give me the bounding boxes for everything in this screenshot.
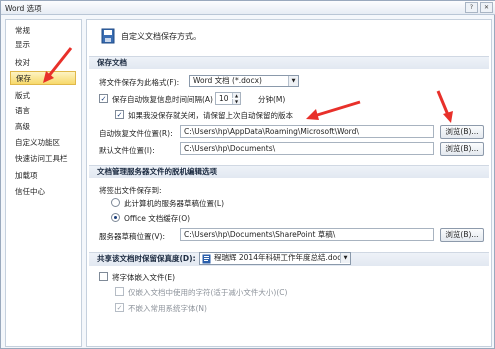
sidebar-item-customize-ribbon[interactable]: 自定义功能区 <box>10 136 76 150</box>
keep-last-version-label: 如果我没保存就关闭，请保留上次自动保留的版本 <box>128 111 293 120</box>
offline-section-header: 文档管理服务器文件的脱机编辑选项 <box>89 165 489 178</box>
sidebar-item-advanced[interactable]: 高级 <box>10 120 76 134</box>
fidelity-document-value: 程瑞辉 2014年科研工作年度总结.docx <box>214 253 346 262</box>
browse-default-button[interactable]: 浏览(B)... <box>440 142 484 156</box>
radio-server-drafts-label: 此计算机的服务器草稿位置(L) <box>124 199 225 208</box>
intro-text: 自定义文档保存方式。 <box>121 32 201 41</box>
drafts-location-label: 服务器草稿位置(V): <box>99 232 166 241</box>
options-panel: 自定义文档保存方式。 保存文档 将文件保存为此格式(F): Word 文档 (*… <box>86 19 492 347</box>
sidebar-item-addins[interactable]: 加载项 <box>10 169 76 183</box>
minutes-label: 分钟(M) <box>258 95 286 104</box>
radio-office-cache[interactable] <box>111 213 120 222</box>
sidebar-item-quick-access[interactable]: 快速访问工具栏 <box>10 152 76 166</box>
embed-used-chars-checkbox[interactable] <box>115 287 124 296</box>
autorecover-minutes-spinner[interactable]: 10 ▲ ▼ <box>215 92 241 105</box>
format-select[interactable]: Word 文档 (*.docx) ▼ <box>189 75 299 87</box>
word-options-dialog: Word 选项 ? ✕ 常规 显示 校对 保存 版式 语言 高级 自定义功能区 … <box>0 0 495 349</box>
chevron-down-icon: ▼ <box>340 253 350 263</box>
autorecover-label: 保存自动恢复信息时间间隔(A) <box>112 95 213 104</box>
no-common-fonts-checkbox[interactable]: ✓ <box>115 303 124 312</box>
fidelity-document-select[interactable]: 程瑞辉 2014年科研工作年度总结.docx ▼ <box>199 252 351 265</box>
no-common-fonts-label: 不嵌入常用系统字体(N) <box>128 304 207 313</box>
checkout-label: 将签出文件保存到: <box>99 186 162 195</box>
embed-used-chars-label: 仅嵌入文档中使用的字符(适于减小文件大小)(C) <box>128 288 288 297</box>
chevron-down-icon: ▼ <box>288 76 298 86</box>
window-controls: ? ✕ <box>465 2 493 13</box>
close-button[interactable]: ✕ <box>480 2 493 13</box>
disk-save-icon <box>101 28 115 44</box>
help-button[interactable]: ? <box>465 2 478 13</box>
autorecover-location-label: 自动恢复文件位置(R): <box>99 129 173 138</box>
annotation-arrow-browse <box>436 90 453 123</box>
save-section-header: 保存文档 <box>89 56 489 69</box>
annotation-arrow-location <box>306 100 361 120</box>
radio-office-cache-label: Office 文档缓存(O) <box>124 214 191 223</box>
browse-drafts-button[interactable]: 浏览(B)... <box>440 228 484 242</box>
format-select-value: Word 文档 (*.docx) <box>193 76 262 85</box>
default-location-input[interactable]: C:\Users\hp\Documents\ <box>180 142 434 155</box>
window-title: Word 选项 <box>5 4 42 13</box>
sidebar-item-general[interactable]: 常规 <box>10 24 76 38</box>
keep-last-version-checkbox[interactable]: ✓ <box>115 110 124 119</box>
default-location-label: 默认文件位置(I): <box>99 146 155 155</box>
sidebar-item-language[interactable]: 语言 <box>10 104 76 118</box>
embed-fonts-label: 将字体嵌入文件(E) <box>112 273 176 282</box>
autorecover-checkbox[interactable]: ✓ <box>99 94 108 103</box>
sidebar-item-layout[interactable]: 版式 <box>10 89 76 103</box>
browse-autorecover-button[interactable]: 浏览(B)... <box>440 125 484 139</box>
drafts-location-input[interactable]: C:\Users\hp\Documents\SharePoint 草稿\ <box>180 228 434 241</box>
annotation-arrow-save <box>43 47 73 83</box>
spin-down-icon[interactable]: ▼ <box>232 99 240 104</box>
title-bar: Word 选项 ? ✕ <box>1 1 495 15</box>
spin-up-icon[interactable]: ▲ <box>232 93 240 98</box>
fidelity-label: 共享该文档时保留保真度(D): <box>97 254 196 263</box>
autorecover-minutes-value: 10 <box>219 94 229 103</box>
embed-fonts-checkbox[interactable] <box>99 272 108 281</box>
format-label: 将文件保存为此格式(F): <box>99 78 180 87</box>
radio-server-drafts[interactable] <box>111 198 120 207</box>
word-document-icon <box>202 254 211 264</box>
sidebar-item-trust-center[interactable]: 信任中心 <box>10 185 76 199</box>
autorecover-location-input[interactable]: C:\Users\hp\AppData\Roaming\Microsoft\Wo… <box>180 125 434 138</box>
